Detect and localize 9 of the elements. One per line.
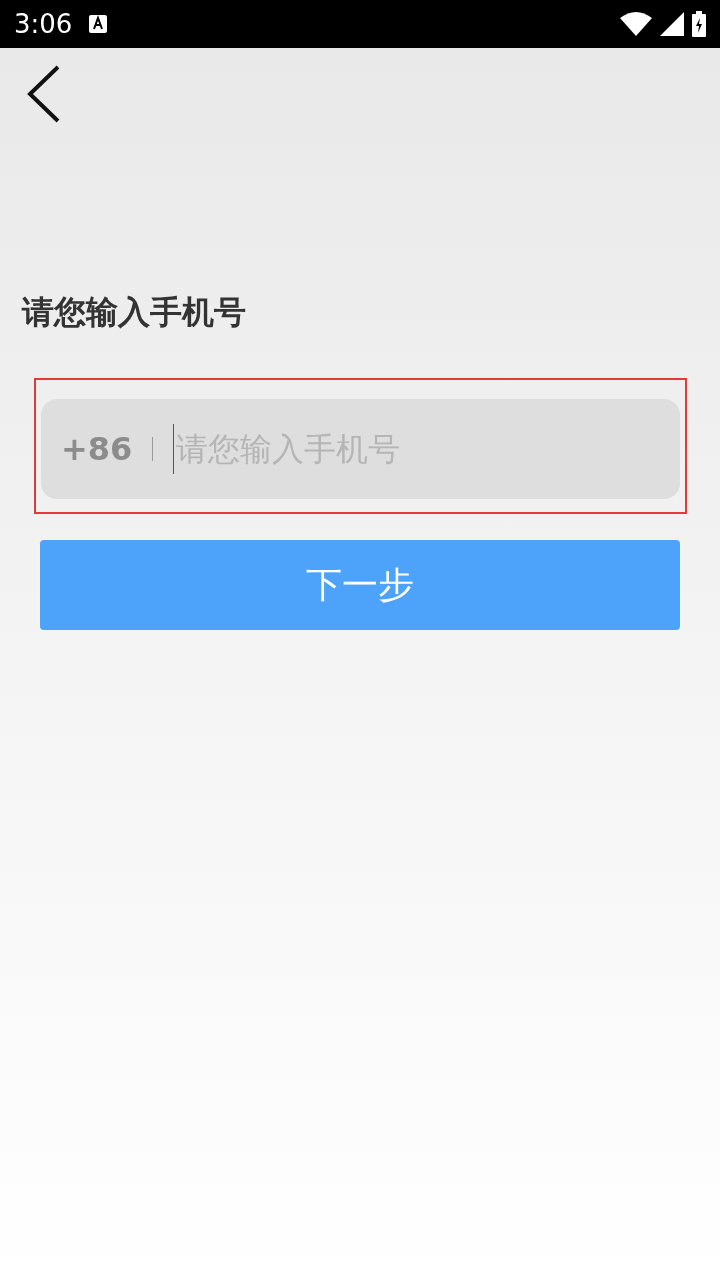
country-code[interactable]: +86 bbox=[61, 425, 133, 473]
page-title: 请您输入手机号 bbox=[22, 292, 247, 333]
signal-icon bbox=[660, 12, 684, 36]
next-button[interactable]: 下一步 bbox=[40, 540, 680, 630]
notification-icon bbox=[88, 14, 109, 34]
battery-icon bbox=[692, 11, 706, 37]
back-icon[interactable] bbox=[26, 65, 62, 123]
wifi-icon bbox=[620, 12, 652, 36]
status-time: 3:06 bbox=[14, 7, 73, 41]
